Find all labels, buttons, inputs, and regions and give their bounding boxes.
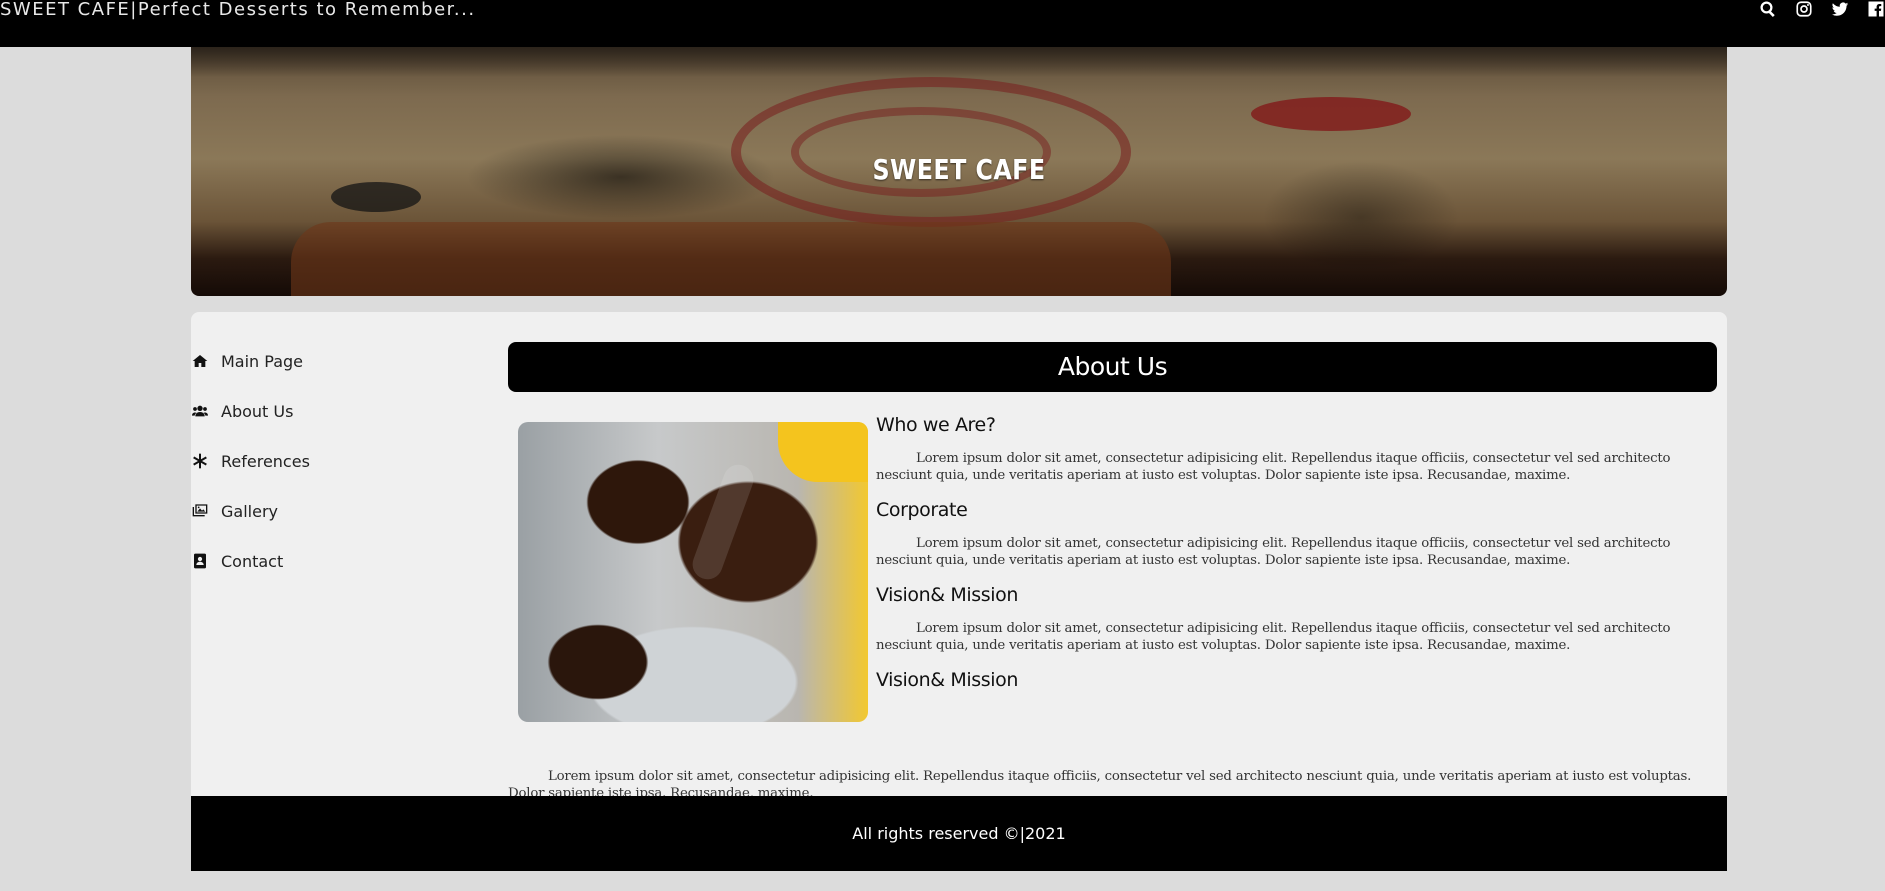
instagram-icon[interactable] [1795,0,1813,18]
nav-item-label: Gallery [221,501,278,521]
users-icon [191,402,209,420]
nav-item-label: Contact [221,551,284,571]
hero-banner: SWEET CAFE [191,47,1727,296]
page-title: About Us [508,342,1717,392]
images-icon [191,502,209,520]
section-corporate: Corporate Lorem ipsum dolor sit amet, co… [876,497,1714,569]
nav-item-main-page[interactable]: Main Page [191,336,491,386]
top-bar: SWEET CAFE|Perfect Desserts to Remember.… [0,0,1885,47]
social-icons [1759,0,1885,18]
side-nav: Main Page About Us References Gallery Co… [191,336,491,586]
section-title: Corporate [876,499,968,521]
about-content: About Us Who we Are? Lorem ipsum dolor s… [508,342,1717,801]
nav-item-gallery[interactable]: Gallery [191,486,491,536]
hero-title: SWEET CAFE [872,153,1046,186]
footer: All rights reserved ©|2021 [191,796,1727,871]
section-text: Lorem ipsum dolor sit amet, consectetur … [876,536,1671,568]
contact-card-icon [191,552,209,570]
asterisk-icon [191,452,209,470]
section-vision-mission: Vision& Mission Lorem ipsum dolor sit am… [876,582,1714,654]
about-sections: Who we Are? Lorem ipsum dolor sit amet, … [876,412,1714,693]
chocolate-cake-image [518,422,868,722]
section-vision-mission-2: Vision& Mission [876,667,1714,693]
section-title: Vision& Mission [876,669,1018,691]
copyright-text: All rights reserved ©|2021 [852,824,1066,843]
section-who-we-are: Who we Are? Lorem ipsum dolor sit amet, … [876,412,1714,484]
search-icon[interactable] [1759,0,1777,18]
section-title: Who we Are? [876,414,996,436]
facebook-icon[interactable] [1867,0,1885,18]
site-brand[interactable]: SWEET CAFE|Perfect Desserts to Remember.… [0,0,476,20]
nav-item-label: References [221,451,310,471]
main-panel: Main Page About Us References Gallery Co… [191,312,1727,801]
nav-item-label: About Us [221,401,294,421]
section-title: Vision& Mission [876,584,1018,606]
twitter-icon[interactable] [1831,0,1849,18]
nav-item-contact[interactable]: Contact [191,536,491,586]
nav-item-references[interactable]: References [191,436,491,486]
section-text: Lorem ipsum dolor sit amet, consectetur … [876,451,1671,483]
nav-item-about-us[interactable]: About Us [191,386,491,436]
home-icon [191,352,209,370]
section-text: Lorem ipsum dolor sit amet, consectetur … [876,621,1671,653]
nav-item-label: Main Page [221,351,304,371]
